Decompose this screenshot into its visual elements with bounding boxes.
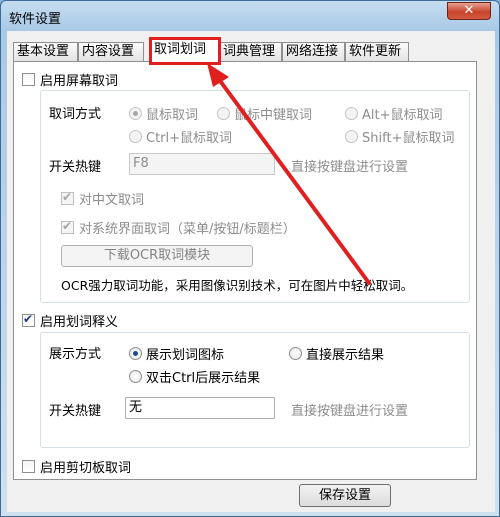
radio-double-ctrl[interactable]: 双击Ctrl后展示结果 [129,367,260,386]
radio-label: 展示划词图标 [146,348,225,363]
radio-dot [129,107,142,120]
window-title: 软件设置 [9,12,62,27]
selection-group: 展示方式 展示划词图标 直接展示结果 双击Ctrl后展示结果 开关热键 无 直接… [40,332,470,448]
tab-update[interactable]: 软件更新 [345,42,409,61]
ocr-description: OCR强力取词功能，采用图像识别技术，可在图片中轻松取词。 [61,278,414,293]
tab-network[interactable]: 网络连接 [282,42,345,61]
radio-dot [289,347,302,360]
capture-hotkey-input[interactable]: F8 [129,153,275,175]
screen-capture-group: 取词方式 鼠标取词 鼠标中键取词 Alt+鼠标取词 Ctrl+鼠标取词 Shif… [40,90,470,303]
radio-dot [129,347,142,360]
radio-show-result[interactable]: 直接展示结果 [289,344,384,363]
checkbox-box [61,190,74,205]
checkbox-box [22,73,35,86]
capture-hotkey-label: 开关热键 [49,160,102,175]
capture-hotkey-hint: 直接按键盘进行设置 [291,160,409,175]
radio-dot [129,130,142,143]
enable-clipboard-checkbox[interactable]: 启用剪切板取词 [22,457,131,476]
save-button[interactable]: 保存设置 [299,484,391,507]
radio-alt-capture[interactable]: Alt+鼠标取词 [345,104,443,123]
checkbox-box [22,312,35,327]
display-mode-label: 展示方式 [49,347,102,362]
tab-basic[interactable]: 基本设置 [13,42,78,61]
settings-window: 软件设置 ✕ 基本设置 内容设置 取词划词 词典管理 网络连接 软件更新 启用屏… [0,0,500,517]
radio-middle-click-capture[interactable]: 鼠标中键取词 [217,104,312,123]
radio-label: Shift+鼠标取词 [362,131,455,146]
selection-hotkey-input[interactable]: 无 [125,397,275,419]
enable-screen-capture-label: 启用屏幕取词 [40,74,119,89]
system-ui-capture-label: 对系统界面取词（菜单/按钮/标题栏） [79,222,296,237]
radio-shift-capture[interactable]: Shift+鼠标取词 [345,127,454,146]
capture-mode-label: 取词方式 [49,107,102,122]
radio-dot [345,130,358,143]
tab-panel: 启用屏幕取词 取词方式 鼠标取词 鼠标中键取词 Alt+鼠标取词 Ctrl+鼠标… [13,61,477,480]
radio-label: 鼠标中键取词 [234,108,313,123]
chinese-capture-checkbox[interactable]: 对中文取词 [61,189,144,208]
radio-dot [129,370,142,383]
client-area: 基本设置 内容设置 取词划词 词典管理 网络连接 软件更新 启用屏幕取词 取词方… [7,31,495,512]
radio-mouse-capture[interactable]: 鼠标取词 [129,104,198,123]
selection-hotkey-label: 开关热键 [49,404,102,419]
tab-dictionary[interactable]: 词典管理 [219,42,282,61]
radio-label: 双击Ctrl后展示结果 [146,371,261,386]
close-icon: ✕ [463,3,475,18]
radio-label: 直接展示结果 [306,348,385,363]
radio-show-icon[interactable]: 展示划词图标 [129,344,224,363]
enable-selection-checkbox[interactable]: 启用划词释义 [22,311,118,330]
download-ocr-button[interactable]: 下载OCR取词模块 [61,245,253,267]
selection-hotkey-hint: 直接按键盘进行设置 [291,404,409,419]
radio-label: Ctrl+鼠标取词 [146,131,233,146]
radio-ctrl-capture[interactable]: Ctrl+鼠标取词 [129,127,232,146]
checkbox-box [22,460,35,473]
close-button[interactable]: ✕ [447,2,491,20]
tab-content[interactable]: 内容设置 [78,42,144,61]
radio-dot [345,107,358,120]
chinese-capture-label: 对中文取词 [79,193,145,208]
radio-dot [217,107,230,120]
title-bar[interactable]: 软件设置 ✕ [1,1,499,31]
enable-selection-label: 启用划词释义 [40,315,119,330]
tab-highlight-box [149,37,221,65]
enable-screen-capture-checkbox[interactable]: 启用屏幕取词 [22,70,118,89]
radio-label: Alt+鼠标取词 [362,108,443,123]
enable-clipboard-label: 启用剪切板取词 [40,461,132,476]
radio-label: 鼠标取词 [146,108,199,123]
system-ui-capture-checkbox[interactable]: 对系统界面取词（菜单/按钮/标题栏） [61,218,296,237]
checkbox-box [61,219,74,234]
